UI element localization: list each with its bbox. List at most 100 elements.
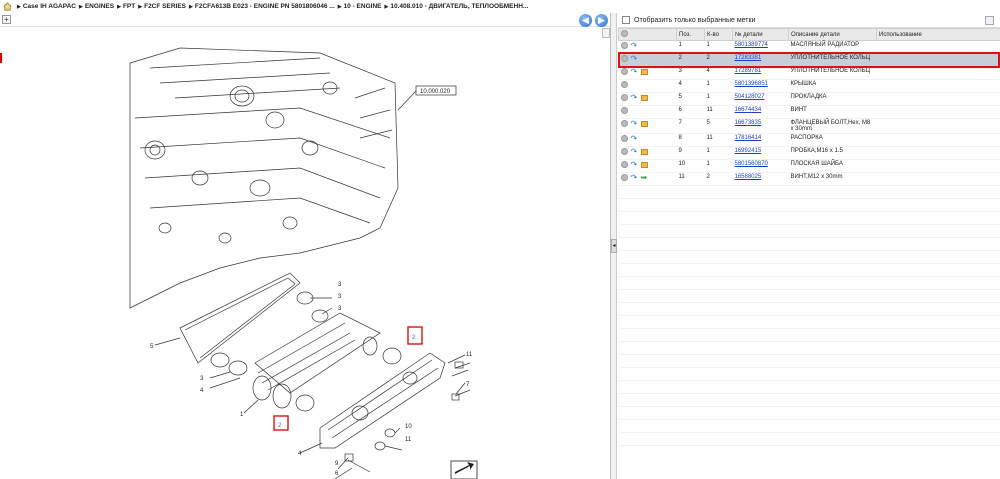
breadcrumb-item[interactable]: Case IH AGAPAC — [17, 3, 76, 10]
part-number-link[interactable]: 17289781 — [735, 68, 762, 74]
table-row[interactable]: ↷ 3 4 17289781 УПЛОТНИТЕЛЬНОЕ КОЛЬЦ — [618, 66, 1000, 80]
reference-icon[interactable]: ↷ — [631, 94, 638, 102]
reference-icon[interactable]: ↷ — [631, 42, 638, 50]
breadcrumb-item[interactable]: FPT — [117, 3, 135, 10]
table-row[interactable]: ↷ 10 1 5801560870 ПЛОСКАЯ ШАЙБА — [618, 159, 1000, 173]
cell-part-number: 5801389774 — [733, 41, 789, 54]
reference-icon[interactable]: ↷ — [631, 135, 638, 143]
part-number-link[interactable]: 504128027 — [735, 94, 765, 100]
diagram-scrollbar[interactable] — [602, 28, 610, 38]
diagram-pane: + ◀ ▶ 10.000.020 2 2 3 3 3 3 4 5 1 4 9 6… — [0, 13, 611, 479]
reference-icon[interactable]: ↷ — [631, 68, 638, 76]
cell-description: ПРОБКА,M16 x 1.5 — [790, 148, 843, 154]
table-row[interactable]: ↷ 1 1 5801389774 МАСЛЯНЫЙ РАДИАТОР — [618, 40, 1000, 54]
breadcrumb-item[interactable]: ENGINES — [79, 3, 114, 10]
column-header-usage[interactable]: Использование — [876, 28, 1000, 41]
info-icon[interactable] — [620, 107, 628, 114]
empty-row — [618, 185, 1000, 199]
package-icon[interactable] — [640, 148, 648, 155]
breadcrumb-item[interactable]: F2CF SERIES — [138, 3, 186, 10]
diagram-toolbar: + ◀ ▶ — [0, 13, 611, 27]
cell-pos: 1 — [678, 42, 682, 48]
info-icon[interactable] — [620, 55, 628, 62]
breadcrumb-item[interactable]: 10.408.010 - ДВИГАТЕЛЬ, ТЕПЛООБМЕНН... — [384, 3, 528, 10]
table-row[interactable]: ↷ ➡ 11 2 16588025 ВИНТ,M12 x 30mm — [618, 172, 1000, 186]
back-button[interactable]: ◀ — [579, 14, 592, 27]
part-number-link[interactable]: 5801389774 — [735, 42, 768, 48]
column-header-qty[interactable]: К-во — [704, 28, 733, 41]
cell-qty: 2 — [706, 174, 710, 180]
cell-pos: 9 — [678, 148, 682, 154]
package-icon[interactable] — [640, 120, 648, 127]
show-selected-label: Отобразить только выбранные метки — [634, 16, 756, 24]
svg-text:10: 10 — [405, 424, 412, 430]
row-icons: ↷ — [618, 53, 677, 67]
breadcrumb: Case IH AGAPAC ENGINES FPT F2CF SERIES F… — [0, 0, 1000, 13]
info-icon[interactable] — [620, 81, 628, 88]
package-icon[interactable] — [640, 68, 648, 75]
expand-toggle-button[interactable]: + — [2, 15, 11, 24]
home-icon[interactable] — [3, 2, 12, 11]
cell-part-number: 5801560870 — [733, 160, 789, 173]
info-icon[interactable] — [620, 135, 628, 142]
package-icon[interactable] — [640, 94, 648, 101]
table-row[interactable]: ↷ 5 1 504128027 ПРОКЛАДКА — [618, 92, 1000, 106]
settings-icon[interactable] — [985, 16, 994, 25]
cell-part-number: 17283381 — [732, 53, 789, 67]
replacement-arrow-icon[interactable]: ➡ — [641, 174, 648, 182]
row-icons: ↷ — [619, 160, 677, 173]
exploded-parts-diagram[interactable]: 10.000.020 2 2 3 3 3 3 4 5 1 4 9 6 10 11… — [0, 28, 600, 479]
column-header-pos[interactable]: Поз. — [676, 28, 705, 41]
svg-text:9: 9 — [335, 461, 339, 467]
show-selected-checkbox[interactable] — [622, 16, 630, 24]
part-number-link[interactable]: 16674434 — [735, 107, 762, 113]
info-icon[interactable] — [620, 174, 628, 181]
reference-icon[interactable]: ↷ — [631, 148, 638, 156]
part-number-link[interactable]: 17283381 — [735, 55, 762, 61]
part-number-link[interactable]: 17816414 — [735, 135, 762, 141]
row-icons — [619, 80, 677, 93]
cell-qty: 1 — [706, 161, 710, 167]
part-number-link[interactable]: 16992415 — [735, 148, 762, 154]
reference-icon[interactable]: ↷ — [631, 120, 638, 128]
info-icon[interactable] — [620, 120, 628, 127]
table-row[interactable]: ↷ 8 11 17816414 РАСПОРКА — [618, 133, 1000, 147]
column-header-desc[interactable]: Описание детали — [788, 28, 877, 41]
pane-splitter[interactable]: ◂ — [611, 13, 617, 479]
package-icon[interactable] — [640, 161, 648, 168]
table-row[interactable]: ↷ 2 2 17283381 УПЛОТНИТЕЛЬНОЕ КОЛЬЦ — [618, 53, 1000, 67]
info-icon[interactable] — [620, 42, 628, 49]
empty-row — [618, 341, 1000, 355]
part-number-link[interactable]: 16588025 — [735, 174, 762, 180]
part-number-link[interactable]: 5801560870 — [735, 161, 768, 167]
svg-text:7: 7 — [466, 382, 470, 388]
table-row[interactable]: 6 11 16674434 ВИНТ — [618, 105, 1000, 119]
empty-row — [618, 419, 1000, 433]
info-icon[interactable] — [620, 68, 628, 75]
collapse-handle[interactable]: ◂ — [611, 239, 617, 253]
table-row[interactable]: ↷ 9 1 16992415 ПРОБКА,M16 x 1.5 — [618, 146, 1000, 160]
empty-row — [618, 198, 1000, 212]
forward-button[interactable]: ▶ — [595, 14, 608, 27]
table-row[interactable]: ↷ 7 5 16673835 ФЛАНЦЕВЫЙ БОЛТ,Hex, M8 x 30mm — [618, 118, 1000, 134]
part-number-link[interactable]: 16673835 — [735, 120, 762, 126]
cell-usage — [877, 147, 1000, 160]
info-icon[interactable] — [620, 94, 628, 101]
table-row[interactable]: 4 1 5801396851 КРЫШКА — [618, 79, 1000, 93]
svg-text:3: 3 — [338, 294, 342, 300]
part-number-link[interactable]: 5801396851 — [735, 81, 768, 87]
cell-description: РАСПОРКА — [790, 135, 823, 141]
reference-icon[interactable]: ↷ — [631, 55, 638, 63]
column-header-part[interactable]: № детали — [732, 28, 789, 41]
info-icon[interactable] — [620, 148, 628, 155]
empty-row — [618, 250, 1000, 264]
info-icon[interactable] — [620, 161, 628, 168]
cell-usage — [877, 106, 1000, 119]
breadcrumb-item[interactable]: 10 - ENGINE — [338, 3, 382, 10]
cell-usage — [876, 53, 1000, 67]
cell-part-number: 16674434 — [733, 106, 789, 119]
reference-icon[interactable]: ↷ — [631, 174, 638, 182]
cell-qty: 5 — [706, 120, 710, 126]
reference-icon[interactable]: ↷ — [631, 161, 638, 169]
breadcrumb-item[interactable]: F2CFA613B E023 - ENGINE PN 5801806046 ..… — [189, 3, 335, 10]
